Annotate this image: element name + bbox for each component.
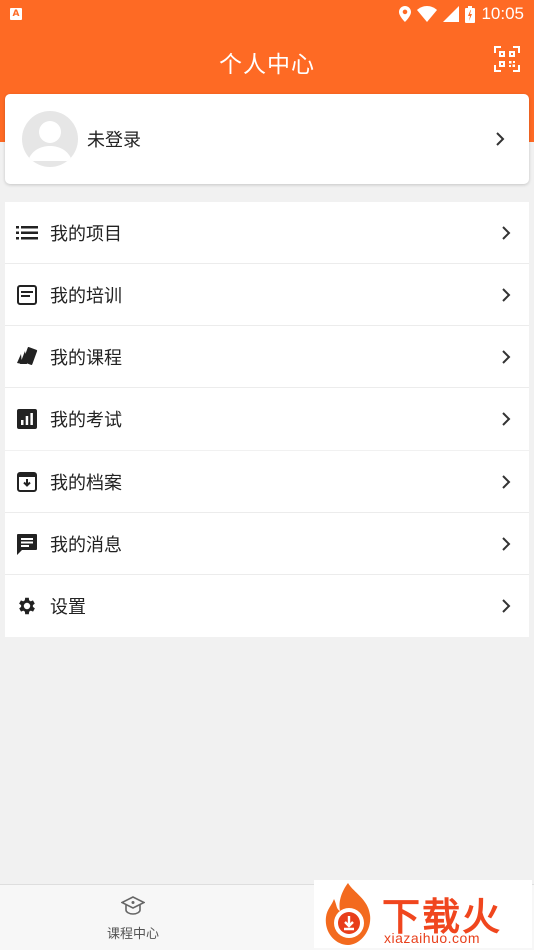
signal-icon: [443, 6, 460, 22]
menu-group-learning: 我的项目 我的培训 我的课程 我的考试: [5, 202, 529, 450]
status-icons: 10:05: [399, 4, 524, 24]
chevron-right-icon: [502, 599, 511, 613]
cards-icon: [15, 345, 39, 369]
default-avatar-icon: [22, 111, 78, 167]
menu-item-my-training[interactable]: 我的培训: [5, 264, 529, 326]
menu-item-settings[interactable]: 设置: [5, 575, 529, 637]
clock: 10:05: [481, 4, 524, 23]
message-icon: [15, 532, 39, 556]
chevron-right-icon: [502, 536, 511, 551]
chevron-right-icon: [502, 225, 511, 240]
notification-badge-icon: A: [10, 8, 22, 20]
menu-item-label: 我的消息: [50, 534, 122, 556]
graduation-cap-icon: [120, 896, 146, 915]
archive-icon: [15, 470, 39, 494]
profile-card[interactable]: 未登录: [5, 94, 529, 184]
nav-item-label: 课程中心: [106, 927, 159, 942]
gear-icon: [15, 594, 39, 618]
flame-download-icon: [325, 883, 371, 945]
qr-scan-icon[interactable]: [494, 46, 520, 72]
status-bar: A 10:05: [0, 0, 534, 28]
menu-item-my-courses[interactable]: 我的课程: [5, 326, 529, 388]
chevron-right-icon: [496, 132, 505, 146]
chevron-right-icon: [502, 412, 511, 426]
page-title: 个人中心: [219, 52, 315, 78]
list-icon: [15, 221, 39, 245]
watermark-logo: 下载火 xiazaihuo.com: [314, 880, 532, 948]
menu-item-label: 我的培训: [50, 285, 122, 307]
menu-item-label: 我的课程: [50, 347, 122, 369]
training-icon: [15, 283, 39, 307]
chevron-right-icon: [502, 287, 511, 302]
login-status: 未登录: [87, 130, 141, 151]
menu-item-my-projects[interactable]: 我的项目: [5, 202, 529, 264]
menu-item-my-exams[interactable]: 我的考试: [5, 388, 529, 450]
menu-item-my-archive[interactable]: 我的档案: [5, 451, 529, 513]
nav-item-course-center[interactable]: 课程中心: [100, 895, 166, 942]
menu-item-label: 设置: [50, 597, 86, 618]
battery-icon: [465, 5, 476, 23]
wifi-icon: [417, 6, 438, 22]
app-header: 个人中心: [0, 28, 534, 94]
chevron-right-icon: [502, 349, 511, 364]
watermark-subtitle: xiazaihuo.com: [384, 930, 480, 946]
menu-item-label: 我的档案: [50, 472, 122, 494]
chevron-right-icon: [502, 474, 511, 489]
menu-item-label: 我的项目: [50, 223, 122, 245]
menu-group-account: 我的档案 我的消息 设置: [5, 451, 529, 637]
menu-item-label: 我的考试: [50, 410, 122, 431]
menu-item-my-messages[interactable]: 我的消息: [5, 513, 529, 575]
chart-icon: [15, 407, 39, 431]
location-icon: [399, 6, 412, 22]
